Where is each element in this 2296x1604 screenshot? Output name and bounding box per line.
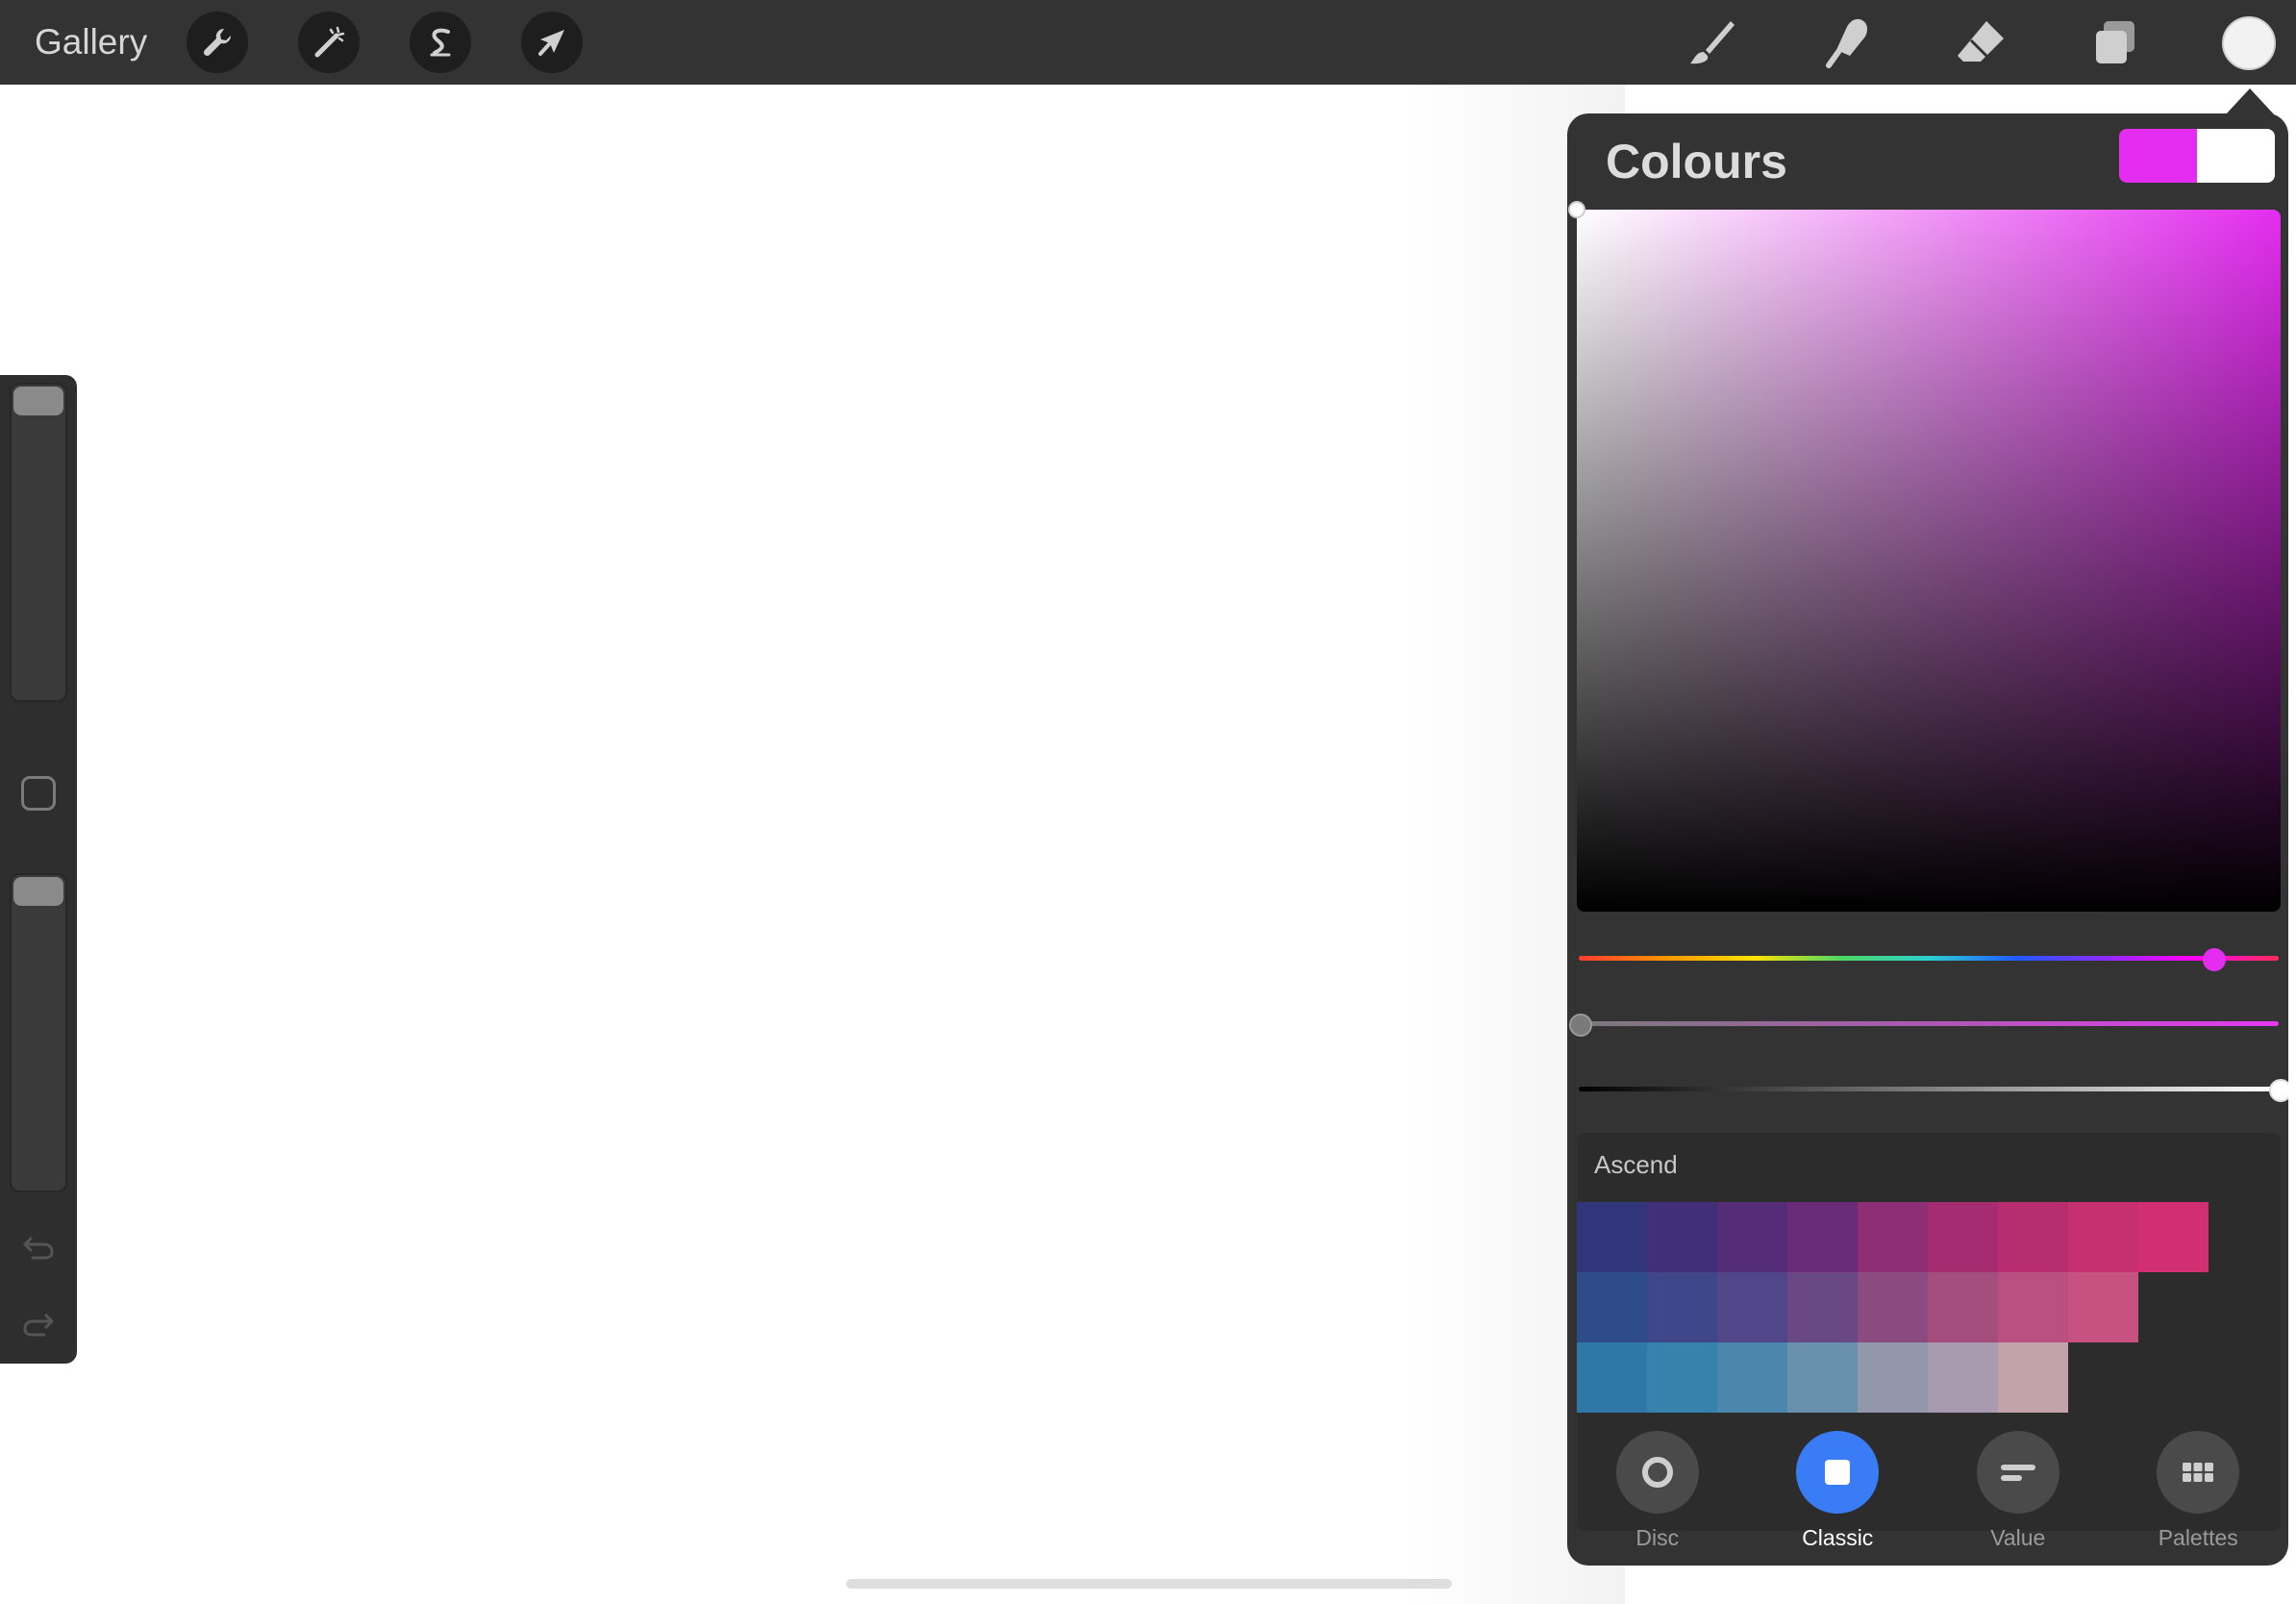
palette-grid: [1577, 1202, 2281, 1413]
palette-swatch[interactable]: [1647, 1202, 1717, 1272]
brightness-handle[interactable]: [2269, 1079, 2288, 1102]
value-bars-icon: [2000, 1465, 2035, 1481]
tab-disc-button[interactable]: [1615, 1431, 1699, 1514]
palette-row: [1577, 1272, 2281, 1342]
layers-icon: [2096, 21, 2134, 63]
tab-label: Classic: [1802, 1525, 1874, 1550]
tab-label: Disc: [1635, 1525, 1680, 1550]
saturation-handle[interactable]: [1569, 1014, 1592, 1037]
top-toolbar: Gallery: [0, 0, 2296, 85]
palette-row: [1577, 1202, 2281, 1272]
palette-swatch[interactable]: [1787, 1202, 1858, 1272]
layers-button[interactable]: [2083, 10, 2148, 75]
arrow-cursor-icon: [538, 30, 564, 56]
palette-swatch[interactable]: [1928, 1202, 1998, 1272]
saturation-slider[interactable]: [1569, 1014, 2279, 1037]
palette-swatch[interactable]: [1928, 1342, 1998, 1413]
palette-swatch[interactable]: [1998, 1342, 2068, 1413]
brush-tool-button[interactable]: [1679, 10, 1744, 75]
colours-panel: Colours Ascend Disc Classic Value Palett…: [1567, 113, 2288, 1566]
panel-title: Colours: [1606, 135, 1787, 188]
palette-name: Ascend: [1594, 1150, 1678, 1179]
brush-size-thumb[interactable]: [13, 387, 63, 415]
selection-button[interactable]: [410, 12, 471, 73]
tab-palettes-button[interactable]: [2157, 1431, 2240, 1514]
brush-size-slider[interactable]: [10, 383, 67, 702]
gallery-button[interactable]: Gallery: [35, 17, 147, 67]
disc-ring-icon: [1641, 1457, 1673, 1488]
hue-handle[interactable]: [2202, 948, 2226, 971]
eraser-tool-button[interactable]: [1948, 10, 2013, 75]
palette-swatch[interactable]: [1647, 1272, 1717, 1342]
palette-swatch[interactable]: [2138, 1202, 2209, 1272]
tab-label: Value: [1990, 1525, 2046, 1550]
secondary-color-swatch[interactable]: [2197, 129, 2275, 183]
eraser-icon: [1958, 21, 2004, 62]
modify-button[interactable]: [21, 776, 56, 811]
primary-color-swatch[interactable]: [2119, 129, 2197, 183]
tab-value-button[interactable]: [1976, 1431, 2059, 1514]
saturation-brightness-picker[interactable]: [1568, 201, 2281, 912]
picker-handle[interactable]: [1568, 201, 1585, 218]
colour-mode-tabs: Disc Classic Value Palettes: [1567, 1431, 2288, 1566]
palette-swatch[interactable]: [1998, 1202, 2068, 1272]
redo-icon[interactable]: [19, 1308, 58, 1341]
palette-swatch[interactable]: [1717, 1202, 1787, 1272]
palette-swatch[interactable]: [2068, 1272, 2138, 1342]
undo-icon[interactable]: [19, 1231, 58, 1264]
wrench-icon: [203, 28, 232, 57]
palette-swatch[interactable]: [1858, 1202, 1928, 1272]
palette-swatch[interactable]: [1858, 1272, 1928, 1342]
tab-label: Palettes: [2158, 1525, 2238, 1550]
palette-swatch[interactable]: [1577, 1272, 1647, 1342]
panel-pointer: [2225, 88, 2275, 115]
smudge-tool-button[interactable]: [1813, 10, 1879, 75]
smudge-finger-icon: [1826, 18, 1867, 68]
adjustments-button[interactable]: [298, 12, 360, 73]
actions-button[interactable]: [187, 12, 248, 73]
tab-classic-button[interactable]: [1796, 1431, 1880, 1514]
opacity-slider[interactable]: [10, 873, 67, 1192]
palette-swatch[interactable]: [1858, 1342, 1928, 1413]
brush-icon: [1690, 21, 1734, 64]
palette-swatch[interactable]: [1787, 1342, 1858, 1413]
palette-swatch[interactable]: [1998, 1272, 2068, 1342]
grid-icon: [2183, 1463, 2214, 1482]
tab-palettes[interactable]: Palettes: [2126, 1431, 2270, 1566]
brightness-slider[interactable]: [1579, 1079, 2288, 1102]
tab-value[interactable]: Value: [1946, 1431, 2090, 1566]
color-history-swatches[interactable]: [2119, 129, 2275, 183]
tab-classic[interactable]: Classic: [1765, 1431, 1909, 1566]
palette-row: [1577, 1342, 2281, 1413]
current-color-button[interactable]: [2222, 16, 2276, 70]
palette-swatch[interactable]: [1577, 1342, 1647, 1413]
palette-swatch[interactable]: [1577, 1202, 1647, 1272]
magic-wand-icon: [314, 26, 345, 58]
palette-swatch[interactable]: [1717, 1272, 1787, 1342]
square-icon: [1825, 1460, 1851, 1485]
palette-swatch[interactable]: [2068, 1202, 2138, 1272]
left-sidebar: [0, 375, 77, 1364]
palette-swatch[interactable]: [1928, 1272, 1998, 1342]
transform-button[interactable]: [521, 12, 583, 73]
palette-swatch[interactable]: [1717, 1342, 1787, 1413]
palette-swatch[interactable]: [1787, 1272, 1858, 1342]
selection-s-icon: [430, 28, 451, 57]
hue-slider[interactable]: [1579, 948, 2279, 971]
opacity-thumb[interactable]: [13, 877, 63, 906]
palette-swatch[interactable]: [1647, 1342, 1717, 1413]
tab-disc[interactable]: Disc: [1585, 1431, 1730, 1566]
home-indicator[interactable]: [846, 1579, 1452, 1589]
